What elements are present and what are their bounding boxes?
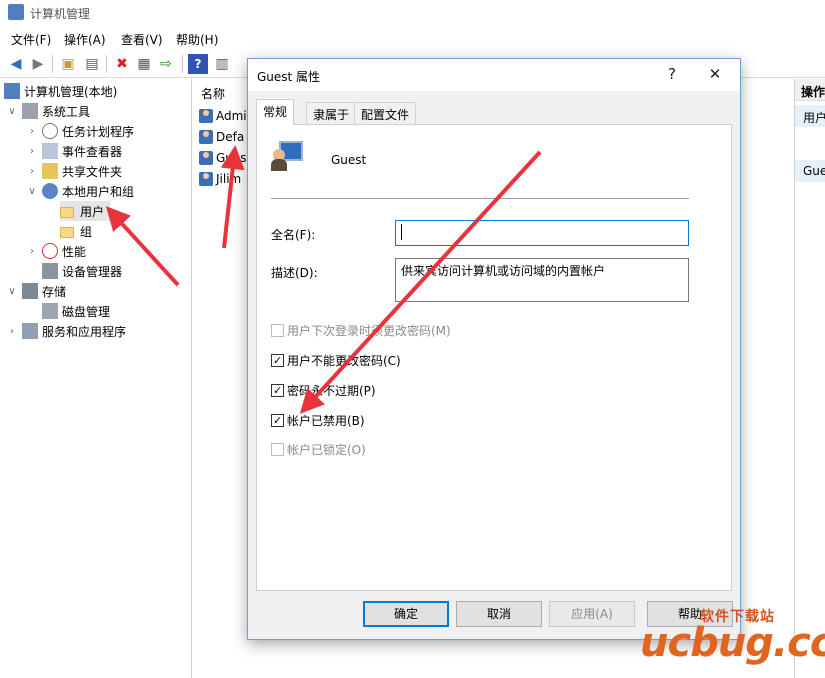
- checkbox-account-locked[interactable]: 帐户已锁定(O): [271, 441, 366, 458]
- properties-icon[interactable]: ▦: [134, 54, 154, 74]
- checkbox-password-never-expires[interactable]: 密码永不过期(P): [271, 382, 376, 399]
- divider: [271, 198, 689, 199]
- dialog-titlebar: Guest 属性 ? ✕: [248, 59, 740, 91]
- checkbox-account-disabled[interactable]: 帐户已禁用(B): [271, 412, 365, 429]
- dialog-title: Guest 属性: [257, 70, 321, 84]
- tree-item-shared-folders[interactable]: › 共享文件夹: [26, 161, 122, 181]
- chevron-right-icon[interactable]: ›: [26, 246, 38, 257]
- chevron-right-icon[interactable]: ›: [26, 146, 38, 157]
- window-titlebar: 计算机管理: [0, 0, 825, 26]
- checkbox-box[interactable]: [271, 443, 284, 456]
- show-action-pane-icon[interactable]: ▥: [212, 54, 232, 74]
- checkbox-box[interactable]: [271, 414, 284, 427]
- performance-icon: [42, 243, 58, 259]
- cancel-button[interactable]: 取消: [456, 601, 542, 627]
- menu-action[interactable]: 操作(A): [64, 31, 106, 48]
- tree-item-task-scheduler[interactable]: › 任务计划程序: [26, 121, 134, 141]
- actions-item-users[interactable]: 用户: [795, 105, 825, 127]
- chevron-right-icon[interactable]: ›: [26, 126, 38, 137]
- services-icon: [22, 323, 38, 339]
- folder-icon: [60, 226, 74, 238]
- tab-member-of[interactable]: 隶属于: [306, 102, 357, 124]
- tree-item-system-tools[interactable]: ∨ 系统工具: [6, 101, 90, 121]
- device-manager-icon: [42, 263, 58, 279]
- list-item[interactable]: Jilim: [199, 169, 241, 189]
- chevron-down-icon[interactable]: ∨: [6, 286, 18, 297]
- checkbox-box[interactable]: [271, 324, 284, 337]
- checkbox-must-change-password[interactable]: 用户下次登录时须更改密码(M): [271, 322, 451, 339]
- guest-properties-dialog: Guest 属性 ? ✕ 常规 隶属于 配置文件 Guest 全名(F): 描述…: [247, 58, 741, 640]
- menu-bar: 文件(F) 操作(A) 查看(V) 帮助(H): [0, 28, 825, 50]
- description-label: 描述(D):: [271, 266, 318, 280]
- list-item[interactable]: Defa: [199, 127, 244, 147]
- user-name: Guest: [331, 153, 367, 167]
- disk-icon: [42, 303, 58, 319]
- apply-button[interactable]: 应用(A): [549, 601, 635, 627]
- tree-item-device-manager[interactable]: 设备管理器: [42, 261, 122, 281]
- user-icon: [199, 130, 213, 144]
- menu-file[interactable]: 文件(F): [11, 31, 51, 48]
- show-hide-tree-icon[interactable]: ▤: [82, 54, 102, 74]
- user-avatar-icon: [271, 139, 305, 173]
- up-folder-icon[interactable]: ▣: [58, 54, 78, 74]
- help-icon[interactable]: ?: [662, 65, 682, 85]
- watermark-logo: 软件下载站 ucbug.cc: [640, 600, 825, 670]
- clock-icon: [42, 123, 58, 139]
- list-item[interactable]: Admi: [199, 106, 247, 126]
- computer-icon: [4, 83, 20, 99]
- tree-item-event-viewer[interactable]: › 事件查看器: [26, 141, 122, 161]
- list-item[interactable]: Gues: [199, 148, 247, 168]
- event-viewer-icon: [42, 143, 58, 159]
- fullname-input[interactable]: [395, 220, 689, 246]
- ok-button[interactable]: 确定: [363, 601, 449, 627]
- chevron-right-icon[interactable]: ›: [6, 326, 18, 337]
- tree-item-storage[interactable]: ∨ 存储: [6, 281, 66, 301]
- menu-view[interactable]: 查看(V): [121, 31, 163, 48]
- tab-profile[interactable]: 配置文件: [354, 102, 417, 124]
- chevron-down-icon[interactable]: ∨: [26, 186, 38, 197]
- delete-icon[interactable]: ✖: [112, 54, 132, 74]
- user-icon: [199, 172, 213, 186]
- description-input[interactable]: 供来宾访问计算机或访问域的内置帐户: [395, 258, 689, 302]
- tools-icon: [22, 103, 38, 119]
- window-title: 计算机管理: [30, 7, 91, 21]
- column-header-name[interactable]: 名称: [201, 85, 225, 102]
- checkbox-box[interactable]: [271, 384, 284, 397]
- watermark-en: ucbug.cc: [640, 620, 825, 666]
- chevron-down-icon[interactable]: ∨: [6, 106, 18, 117]
- help-icon[interactable]: ?: [188, 54, 208, 74]
- actions-item-guest[interactable]: Gue: [795, 160, 825, 182]
- tab-panel-general: Guest 全名(F): 描述(D): 供来宾访问计算机或访问域的内置帐户 用户…: [256, 124, 732, 591]
- tree-item-computer-management[interactable]: 计算机管理(本地): [4, 81, 117, 101]
- checkbox-box[interactable]: [271, 354, 284, 367]
- export-list-icon[interactable]: ⇨: [156, 54, 176, 74]
- close-icon[interactable]: ✕: [705, 65, 725, 85]
- tree-item-services-apps[interactable]: › 服务和应用程序: [6, 321, 126, 341]
- tab-general[interactable]: 常规: [256, 99, 295, 125]
- chevron-right-icon[interactable]: ›: [26, 166, 38, 177]
- fullname-label: 全名(F):: [271, 228, 316, 242]
- checkbox-cannot-change-password[interactable]: 用户不能更改密码(C): [271, 352, 401, 369]
- menu-help[interactable]: 帮助(H): [176, 31, 218, 48]
- user-icon: [199, 109, 213, 123]
- tree-item-users[interactable]: 用户: [60, 201, 111, 221]
- forward-icon[interactable]: ▶: [28, 54, 48, 74]
- tree-item-disk-management[interactable]: 磁盘管理: [42, 301, 110, 321]
- user-icon: [199, 151, 213, 165]
- folder-icon: [60, 206, 74, 218]
- back-icon[interactable]: ◀: [6, 54, 26, 74]
- actions-pane: 操作 用户 Gue: [794, 79, 825, 678]
- tree-item-performance[interactable]: › 性能: [26, 241, 86, 261]
- shared-folder-icon: [42, 163, 58, 179]
- text-cursor: [401, 224, 402, 240]
- computer-management-icon: [8, 4, 24, 20]
- storage-icon: [22, 283, 38, 299]
- tree-item-local-users-groups[interactable]: ∨ 本地用户和组: [26, 181, 134, 201]
- tree-item-groups[interactable]: 组: [60, 221, 92, 241]
- users-groups-icon: [42, 183, 58, 199]
- console-tree: 计算机管理(本地) ∨ 系统工具 › 任务计划程序 › 事件查看器 › 共享文件…: [0, 79, 192, 678]
- actions-header: 操作: [795, 79, 825, 101]
